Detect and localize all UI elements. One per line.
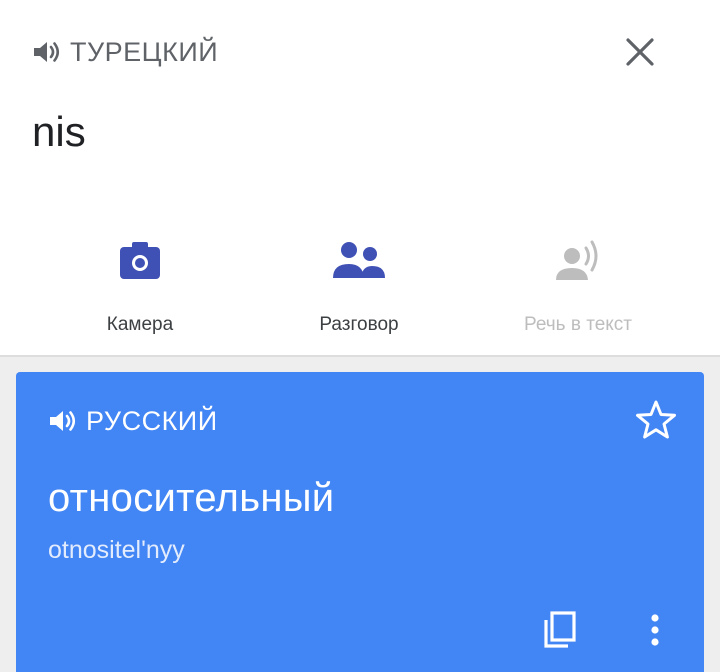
close-button[interactable]	[622, 34, 658, 70]
close-icon	[626, 38, 654, 66]
speech-icon	[546, 236, 610, 288]
star-outline-icon	[636, 400, 676, 439]
source-panel: ТУРЕЦКИЙ nis Камера Разговор Речь в текс…	[0, 0, 720, 355]
people-icon	[327, 236, 391, 288]
source-language-row[interactable]: ТУРЕЦКИЙ	[32, 34, 218, 70]
speaker-icon[interactable]	[32, 39, 62, 65]
conversation-button[interactable]: Разговор	[259, 236, 459, 336]
transliteration-text: otnositel'nyy	[48, 536, 185, 564]
source-text[interactable]: nis	[32, 108, 86, 156]
translation-card: РУССКИЙ относительный otnositel'nyy	[16, 372, 704, 672]
camera-button[interactable]: Камера	[40, 236, 240, 336]
star-button[interactable]	[634, 398, 678, 442]
more-vert-icon	[651, 614, 659, 646]
camera-icon	[108, 236, 172, 288]
target-language-row[interactable]: РУССКИЙ	[48, 404, 218, 438]
conversation-label: Разговор	[319, 314, 399, 335]
speech-to-text-button[interactable]: Речь в текст	[478, 236, 678, 336]
translate-screen: ТУРЕЦКИЙ nis Камера Разговор Речь в текс…	[0, 0, 720, 672]
translation-text: относительный	[48, 476, 335, 520]
speaker-icon[interactable]	[48, 408, 78, 434]
copy-icon	[544, 611, 576, 648]
camera-label: Камера	[106, 314, 174, 335]
target-language-label: РУССКИЙ	[86, 405, 218, 436]
speech-to-text-label: Речь в текст	[523, 314, 632, 335]
divider	[0, 355, 720, 357]
source-language-label: ТУРЕЦКИЙ	[70, 36, 219, 67]
more-options-button[interactable]	[640, 608, 670, 652]
copy-button[interactable]	[538, 608, 582, 652]
